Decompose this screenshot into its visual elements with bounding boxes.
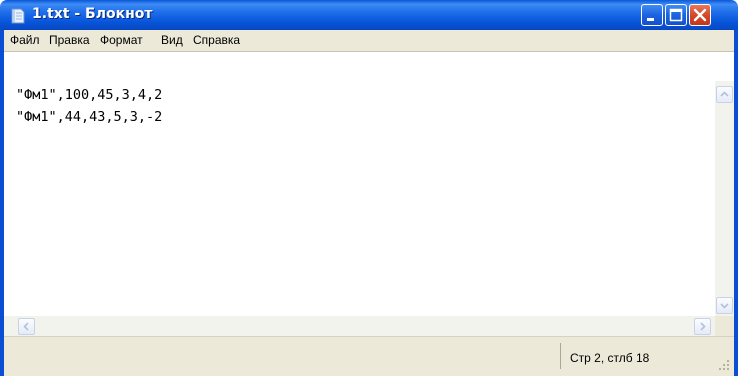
- menu-format[interactable]: Формат: [100, 33, 143, 47]
- menu-view[interactable]: Вид: [161, 33, 183, 47]
- minimize-button[interactable]: [641, 4, 663, 26]
- status-bar: Стр 2, стлб 18: [4, 336, 734, 376]
- chevron-right-icon: [700, 322, 706, 331]
- menu-file[interactable]: Файл: [10, 33, 40, 47]
- maximize-button[interactable]: [665, 4, 687, 26]
- vertical-scrollbar[interactable]: [715, 81, 734, 316]
- title-bar[interactable]: 1.txt - Блокнот: [0, 0, 738, 30]
- close-button[interactable]: [689, 4, 711, 26]
- menu-help[interactable]: Справка: [193, 33, 240, 47]
- scroll-left-button[interactable]: [18, 318, 35, 335]
- notepad-window: 1.txt - Блокнот Файл Правка Формат Вид С…: [0, 0, 738, 376]
- status-divider: [560, 343, 561, 369]
- close-icon: [693, 8, 707, 22]
- menu-bar: Файл Правка Формат Вид Справка: [4, 30, 734, 52]
- editor-line-1: "Фм1",100,45,3,4,2: [16, 87, 163, 103]
- window-title: 1.txt - Блокнот: [32, 6, 153, 22]
- notepad-icon: [11, 8, 25, 24]
- chevron-down-icon: [720, 303, 729, 309]
- resize-grip-icon[interactable]: [716, 357, 730, 371]
- menu-edit[interactable]: Правка: [49, 33, 90, 47]
- editor-line-2: "Фм1",44,43,5,3,-2: [16, 109, 163, 125]
- maximize-icon: [669, 8, 683, 22]
- horizontal-scrollbar[interactable]: [4, 316, 715, 336]
- chevron-left-icon: [23, 322, 29, 331]
- chevron-up-icon: [720, 91, 729, 97]
- window-frame-right: [734, 30, 738, 376]
- scroll-up-button[interactable]: [716, 86, 733, 103]
- scroll-down-button[interactable]: [716, 297, 733, 314]
- scroll-right-button[interactable]: [694, 318, 711, 335]
- scrollbar-corner: [715, 316, 734, 336]
- minimize-icon: [647, 18, 654, 21]
- text-editor[interactable]: "Фм1",100,45,3,4,2 "Фм1",44,43,5,3,-2: [4, 81, 715, 316]
- cursor-position: Стр 2, стлб 18: [570, 351, 650, 365]
